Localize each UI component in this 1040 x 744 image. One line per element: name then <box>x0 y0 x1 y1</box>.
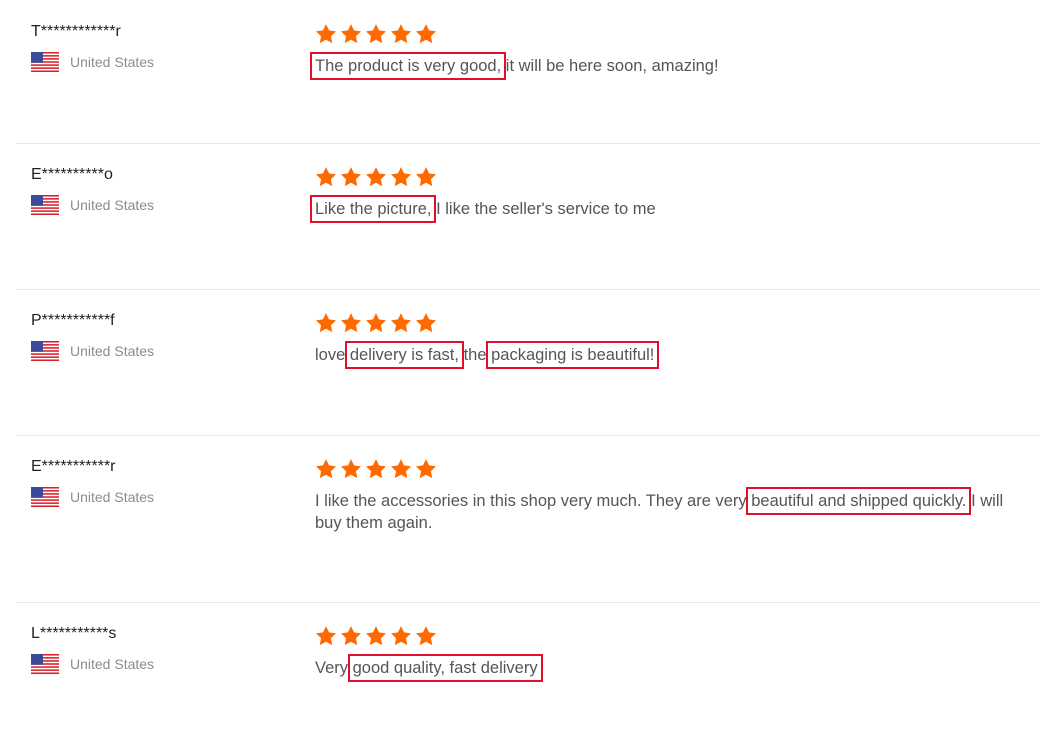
star-icon <box>316 459 336 479</box>
reviewer-info: E**********o United States <box>31 165 291 215</box>
text-segment: the <box>458 346 492 364</box>
text-segment: it will be here soon, amazing! <box>501 57 719 75</box>
star-icon <box>416 24 436 44</box>
review-item: E**********o United States Like the pict… <box>16 143 1040 290</box>
highlighted-phrase: Like the picture, <box>309 195 437 223</box>
star-icon <box>316 313 336 333</box>
text-segment: I like the accessories in this shop very… <box>315 492 752 510</box>
reviewer-country: United States <box>31 341 291 361</box>
star-icon <box>391 313 411 333</box>
review-text: Very good quality, fast delivery <box>315 654 1005 682</box>
star-icon <box>391 167 411 187</box>
text-segment: I like the seller's service to me <box>431 200 656 218</box>
star-icon <box>341 459 361 479</box>
star-rating <box>315 625 1015 649</box>
star-icon <box>341 24 361 44</box>
us-flag-icon <box>31 487 59 507</box>
star-icon <box>391 24 411 44</box>
review-text: Like the picture, I like the seller's se… <box>309 195 1005 223</box>
star-icon <box>366 626 386 646</box>
reviewer-info: T************r United States <box>31 22 291 72</box>
highlighted-phrase: beautiful and shipped quickly. <box>746 487 972 515</box>
star-icon <box>391 459 411 479</box>
reviewer-name: P***********f <box>31 312 115 329</box>
review-body: The product is very good, it will be her… <box>309 23 1015 80</box>
star-icon <box>416 313 436 333</box>
star-rating <box>315 312 1015 336</box>
review-body: Very good quality, fast delivery <box>315 625 1015 682</box>
us-flag-icon <box>31 341 59 361</box>
star-rating <box>315 166 1015 190</box>
country-name: United States <box>70 197 155 213</box>
review-text: I like the accessories in this shop very… <box>315 487 1005 534</box>
highlighted-phrase: The product is very good, <box>309 52 507 80</box>
star-icon <box>391 626 411 646</box>
reviewer-country: United States <box>31 52 291 72</box>
review-text: The product is very good, it will be her… <box>309 52 1005 80</box>
star-icon <box>341 313 361 333</box>
reviewer-country: United States <box>31 487 291 507</box>
star-rating <box>315 23 1015 47</box>
star-icon <box>366 313 386 333</box>
reviewer-info: P***********f United States <box>31 311 291 361</box>
review-item: P***********f United States love deliver… <box>16 289 1040 436</box>
star-icon <box>416 459 436 479</box>
reviewer-name: E***********r <box>31 458 116 475</box>
country-name: United States <box>70 343 155 359</box>
text-segment: love <box>315 346 350 364</box>
reviewer-info: L***********s United States <box>31 624 291 674</box>
review-item: L***********s United States Very good qu… <box>16 602 1040 744</box>
country-name: United States <box>70 489 155 505</box>
star-icon <box>416 167 436 187</box>
review-text: love delivery is fast, the packaging is … <box>315 341 1005 369</box>
reviewer-name: E**********o <box>31 166 113 183</box>
us-flag-icon <box>31 654 59 674</box>
reviewer-country: United States <box>31 654 291 674</box>
star-icon <box>316 626 336 646</box>
review-body: Like the picture, I like the seller's se… <box>309 166 1015 223</box>
star-icon <box>366 167 386 187</box>
star-icon <box>366 459 386 479</box>
star-icon <box>366 24 386 44</box>
us-flag-icon <box>31 195 59 215</box>
review-item: T************r United States The product… <box>16 0 1040 144</box>
text-segment: Very <box>315 659 353 677</box>
reviews-list: T************r United States The product… <box>0 0 1040 744</box>
reviewer-name: L***********s <box>31 625 117 642</box>
country-name: United States <box>70 54 155 70</box>
star-icon <box>341 167 361 187</box>
reviewer-name: T************r <box>31 23 121 40</box>
star-icon <box>316 167 336 187</box>
highlighted-phrase: delivery is fast, <box>344 341 464 369</box>
star-icon <box>316 24 336 44</box>
review-body: I like the accessories in this shop very… <box>315 458 1015 534</box>
star-icon <box>341 626 361 646</box>
us-flag-icon <box>31 52 59 72</box>
country-name: United States <box>70 656 155 672</box>
review-body: love delivery is fast, the packaging is … <box>315 312 1015 369</box>
star-icon <box>416 626 436 646</box>
reviewer-info: E***********r United States <box>31 457 291 507</box>
reviewer-country: United States <box>31 195 291 215</box>
review-item: E***********r United States I like the a… <box>16 435 1040 603</box>
highlighted-phrase: good quality, fast delivery <box>347 654 543 682</box>
star-rating <box>315 458 1015 482</box>
highlighted-phrase: packaging is beautiful! <box>486 341 660 369</box>
